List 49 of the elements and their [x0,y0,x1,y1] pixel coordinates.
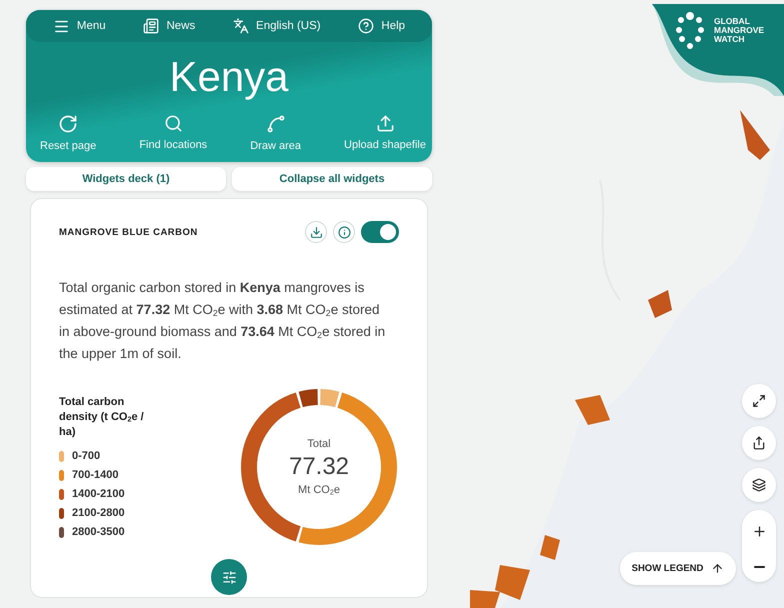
share-icon [752,436,766,450]
reset-icon [58,114,78,134]
help-icon [358,18,374,34]
translate-icon [233,18,250,34]
nav-item[interactable]: English (US) [229,16,325,36]
legend-title: Total carbon density (t CO$_{2}$e / ha) [59,395,145,440]
polyline-icon [266,114,286,134]
upload-icon [376,114,394,133]
plus-icon [752,524,766,539]
newspaper-icon [143,18,160,34]
logo-text: WATCH [714,35,746,44]
total-label: Total [307,438,331,450]
search-icon [164,114,183,133]
legend-label: 2800-3500 [72,526,125,538]
zoom-out-button[interactable] [754,566,764,568]
action-button[interactable]: Upload shapefile [344,114,426,152]
logo-text: MANGROVE [714,26,764,35]
summary-text: Total organic carbon stored in Kenya mangroves is estimated at 77.32 Mt CO$_{2}$e with 3.68 Mt CO$_{2}$e stored in above-ground biomass and 73.64 Mt CO$_{2}$e stored in the upper 1m of soil. [59,279,386,363]
nav-item[interactable]: Menu [48,16,110,36]
widget-toggle[interactable] [361,221,399,243]
legend-label: 2100-2800 [72,507,125,519]
minus-icon [754,566,764,568]
download-icon [310,226,322,238]
nav-item[interactable]: News [139,16,200,36]
info-icon [338,226,350,238]
location-title: Kenya [168,52,290,102]
total-unit: Mt CO$_{2}$e [298,484,340,496]
nav-item[interactable]: Help [354,16,410,36]
deck-button[interactable]: Collapse all widgets [232,167,432,191]
deck-button[interactable]: Widgets deck (1) [26,167,226,191]
zoom-in-button[interactable] [752,524,766,539]
legend-label: 700-1400 [72,469,118,481]
arrow-up-icon [711,562,724,575]
layers-icon [752,478,766,492]
show-legend-button[interactable]: SHOW LEGEND [620,552,736,585]
total-value: 77.32 [288,453,350,481]
legend-label: 0-700 [72,450,100,462]
expand-icon [752,394,766,408]
download-button[interactable] [305,221,327,243]
sliders-icon [222,570,236,584]
logo-icon [676,12,704,50]
action-button[interactable]: Draw area [250,114,301,152]
legend-label: 1400-2100 [72,488,125,500]
info-button[interactable] [333,221,355,243]
action-button[interactable]: Reset page [40,114,96,152]
action-button[interactable]: Find locations [139,114,208,152]
settings-button[interactable] [211,559,247,595]
widget-title: MANGROVE BLUE CARBON [59,226,198,238]
logo-text: GLOBAL [714,17,751,26]
